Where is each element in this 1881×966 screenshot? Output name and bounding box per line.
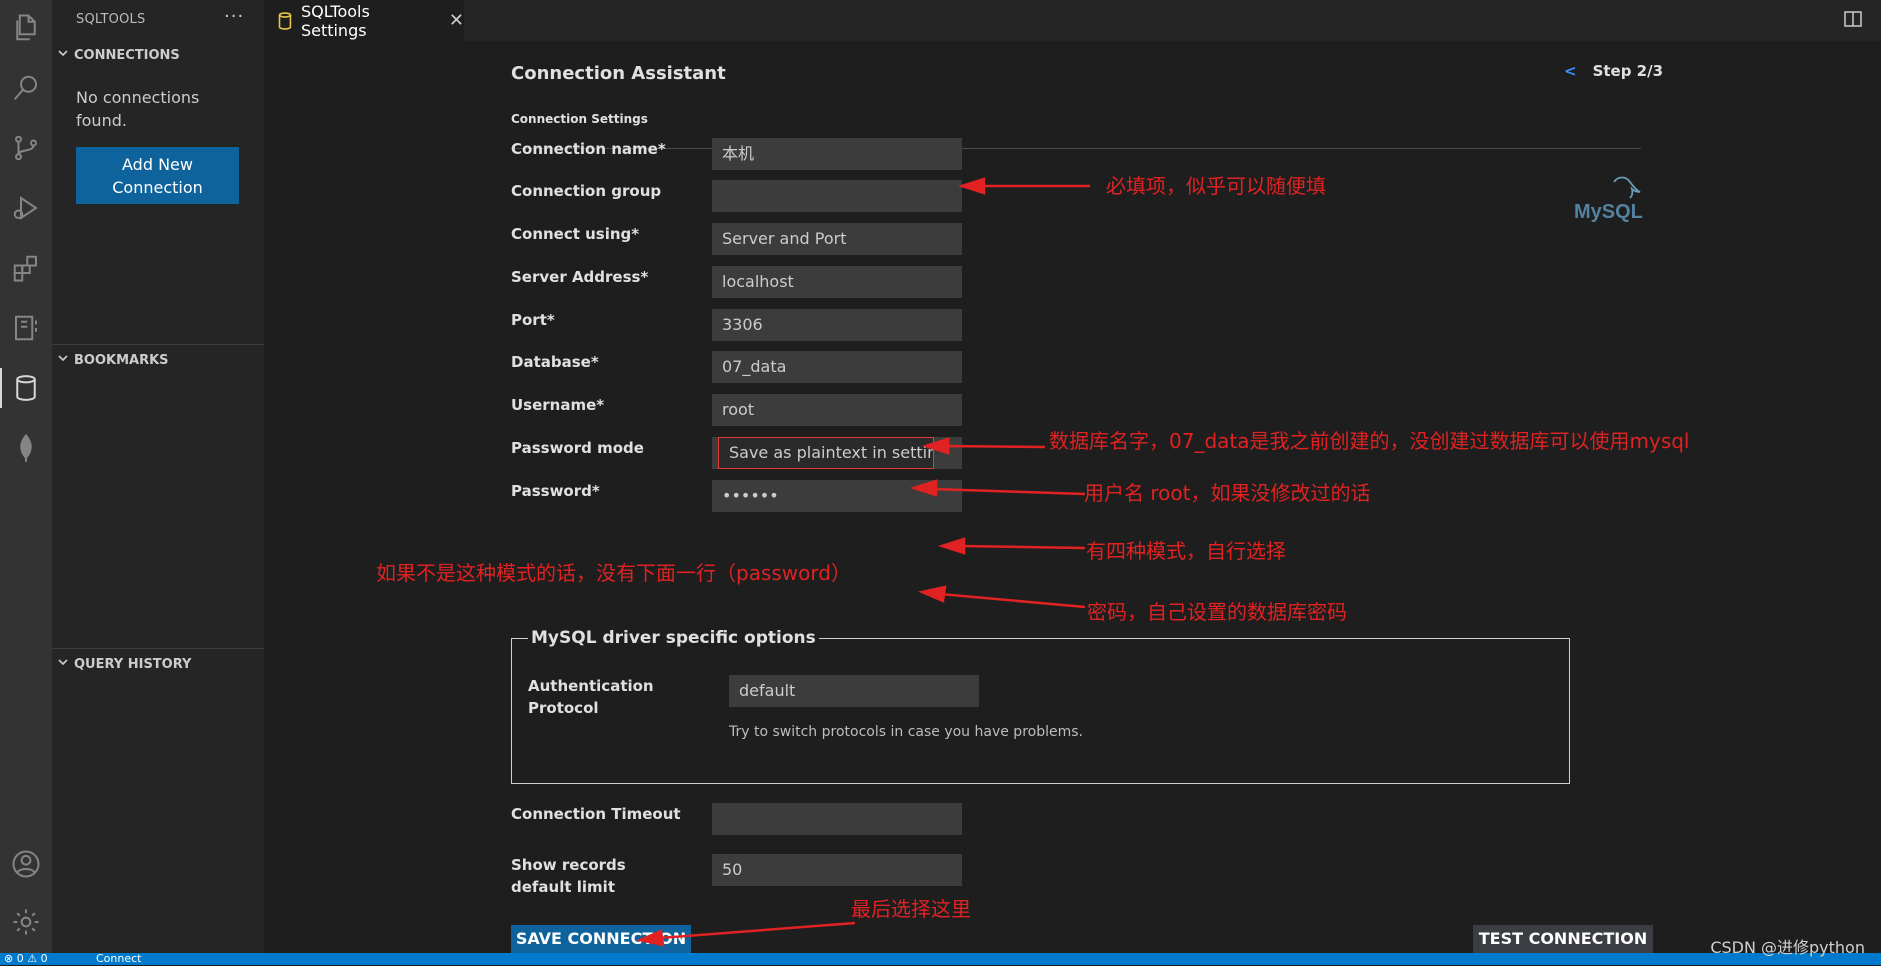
chevron-down-icon xyxy=(58,656,68,666)
no-connections-message: No connections found. xyxy=(76,88,200,130)
connection-assistant-panel: Connection Assistant Connection Settings… xyxy=(264,41,1881,953)
server-address-field[interactable]: localhost xyxy=(712,266,962,298)
port-field[interactable]: 3306 xyxy=(712,309,962,341)
run-debug-icon[interactable] xyxy=(0,184,52,232)
save-connection-button[interactable]: SAVE CONNECTION xyxy=(511,925,691,953)
tab-label: SQLTools Settings xyxy=(300,1,370,40)
mysql-logo-text: MySQL xyxy=(1574,201,1643,223)
bookmarks-section-label: BOOKMARKS xyxy=(74,353,169,368)
step-label: Step 2/3 xyxy=(1592,62,1664,80)
csdn-watermark: CSDN @进修python xyxy=(1710,938,1865,957)
editor-tab-bar: SQLTools Settings ✕ xyxy=(264,0,1881,41)
authentication-hint: Try to switch protocols in case you have… xyxy=(729,724,1083,740)
connection-timeout-field[interactable] xyxy=(712,803,962,835)
section-divider xyxy=(52,344,264,345)
annotation-save: 最后选择这里 xyxy=(851,897,971,921)
section-subtitle: Connection Settings xyxy=(511,112,648,126)
annotation-password-mode: 有四种模式，自行选择 xyxy=(1086,539,1286,563)
port-label: Port* xyxy=(511,311,555,329)
connections-section-label: CONNECTIONS xyxy=(74,48,180,63)
mongodb-leaf-icon[interactable] xyxy=(0,424,52,472)
split-editor-icon[interactable] xyxy=(1843,9,1863,29)
sidebar-title: SQLTOOLS xyxy=(76,12,146,27)
more-actions-icon[interactable]: ··· xyxy=(224,6,244,27)
status-bar: ⊗ 0 ⚠ 0 Connect xyxy=(0,952,1881,966)
gear-icon[interactable] xyxy=(0,898,52,946)
authentication-protocol-select[interactable]: default xyxy=(729,675,979,707)
password-label: Password* xyxy=(511,482,600,500)
mysql-driver-options-legend: MySQL driver specific options xyxy=(528,628,819,648)
problems-indicator[interactable]: ⊗ 0 ⚠ 0 xyxy=(4,952,48,966)
chevron-down-icon xyxy=(58,352,68,362)
notebook-icon[interactable] xyxy=(0,304,52,352)
query-history-section-header[interactable]: QUERY HISTORY xyxy=(52,656,264,672)
connection-name-field[interactable]: 本机 xyxy=(712,138,962,170)
annotation-database: 数据库名字，07_data是我之前创建的，没创建过数据库可以使用mysql xyxy=(1049,429,1690,453)
authentication-protocol-label: Authentication Protocol xyxy=(528,677,654,717)
step-indicator: < Step 2/3 xyxy=(1564,62,1663,80)
records-limit-field[interactable]: 50 xyxy=(712,854,962,886)
database-icon[interactable] xyxy=(0,364,52,412)
bookmarks-section-header[interactable]: BOOKMARKS xyxy=(52,352,264,368)
connection-name-label: Connection name* xyxy=(511,140,666,158)
test-connection-button[interactable]: TEST CONNECTION xyxy=(1473,925,1653,953)
source-control-icon[interactable] xyxy=(0,124,52,172)
add-new-connection-button[interactable]: Add New Connection xyxy=(76,147,239,204)
sqltools-sidebar: SQLTOOLS ··· CONNECTIONS No connections … xyxy=(52,0,264,953)
database-label: Database* xyxy=(511,353,599,371)
annotation-password-mode-note: 如果不是这种模式的话，没有下面一行（password） xyxy=(376,561,851,585)
connect-using-select[interactable]: Server and Port xyxy=(712,223,962,255)
close-icon[interactable]: ✕ xyxy=(449,10,464,31)
mysql-logo: MySQL xyxy=(1574,176,1643,223)
annotation-username: 用户名 root，如果没修改过的话 xyxy=(1084,481,1371,505)
username-field[interactable]: root xyxy=(712,394,962,426)
search-icon[interactable] xyxy=(0,64,52,112)
connect-status[interactable]: Connect xyxy=(96,952,141,966)
connection-timeout-label: Connection Timeout xyxy=(511,805,681,823)
password-field[interactable]: •••••• xyxy=(712,480,962,512)
account-icon[interactable] xyxy=(0,840,52,888)
page-title: Connection Assistant xyxy=(511,63,726,84)
annotation-password: 密码，自己设置的数据库密码 xyxy=(1087,600,1347,624)
section-divider xyxy=(52,648,264,649)
step-back-link[interactable]: < xyxy=(1564,62,1577,80)
connect-using-label: Connect using* xyxy=(511,225,640,243)
explorer-icon[interactable] xyxy=(0,4,52,52)
connection-group-field[interactable] xyxy=(712,180,962,212)
chevron-down-icon xyxy=(58,47,68,57)
query-history-section-label: QUERY HISTORY xyxy=(74,657,192,672)
database-field[interactable]: 07_data xyxy=(712,351,962,383)
database-tab-icon xyxy=(278,11,292,30)
password-mode-label: Password mode xyxy=(511,439,644,457)
connections-section-header[interactable]: CONNECTIONS xyxy=(52,47,264,63)
password-mode-select[interactable]: Save as plaintext in settings xyxy=(718,437,934,469)
server-address-label: Server Address* xyxy=(511,268,649,286)
annotation-required: 必填项，似乎可以随便填 xyxy=(1106,174,1326,198)
activity-bar xyxy=(0,0,52,953)
username-label: Username* xyxy=(511,396,605,414)
extensions-icon[interactable] xyxy=(0,244,52,292)
connection-group-label: Connection group xyxy=(511,182,662,200)
records-limit-label: Show records default limit xyxy=(511,856,626,896)
tab-sqltools-settings[interactable]: SQLTools Settings ✕ xyxy=(264,0,464,41)
